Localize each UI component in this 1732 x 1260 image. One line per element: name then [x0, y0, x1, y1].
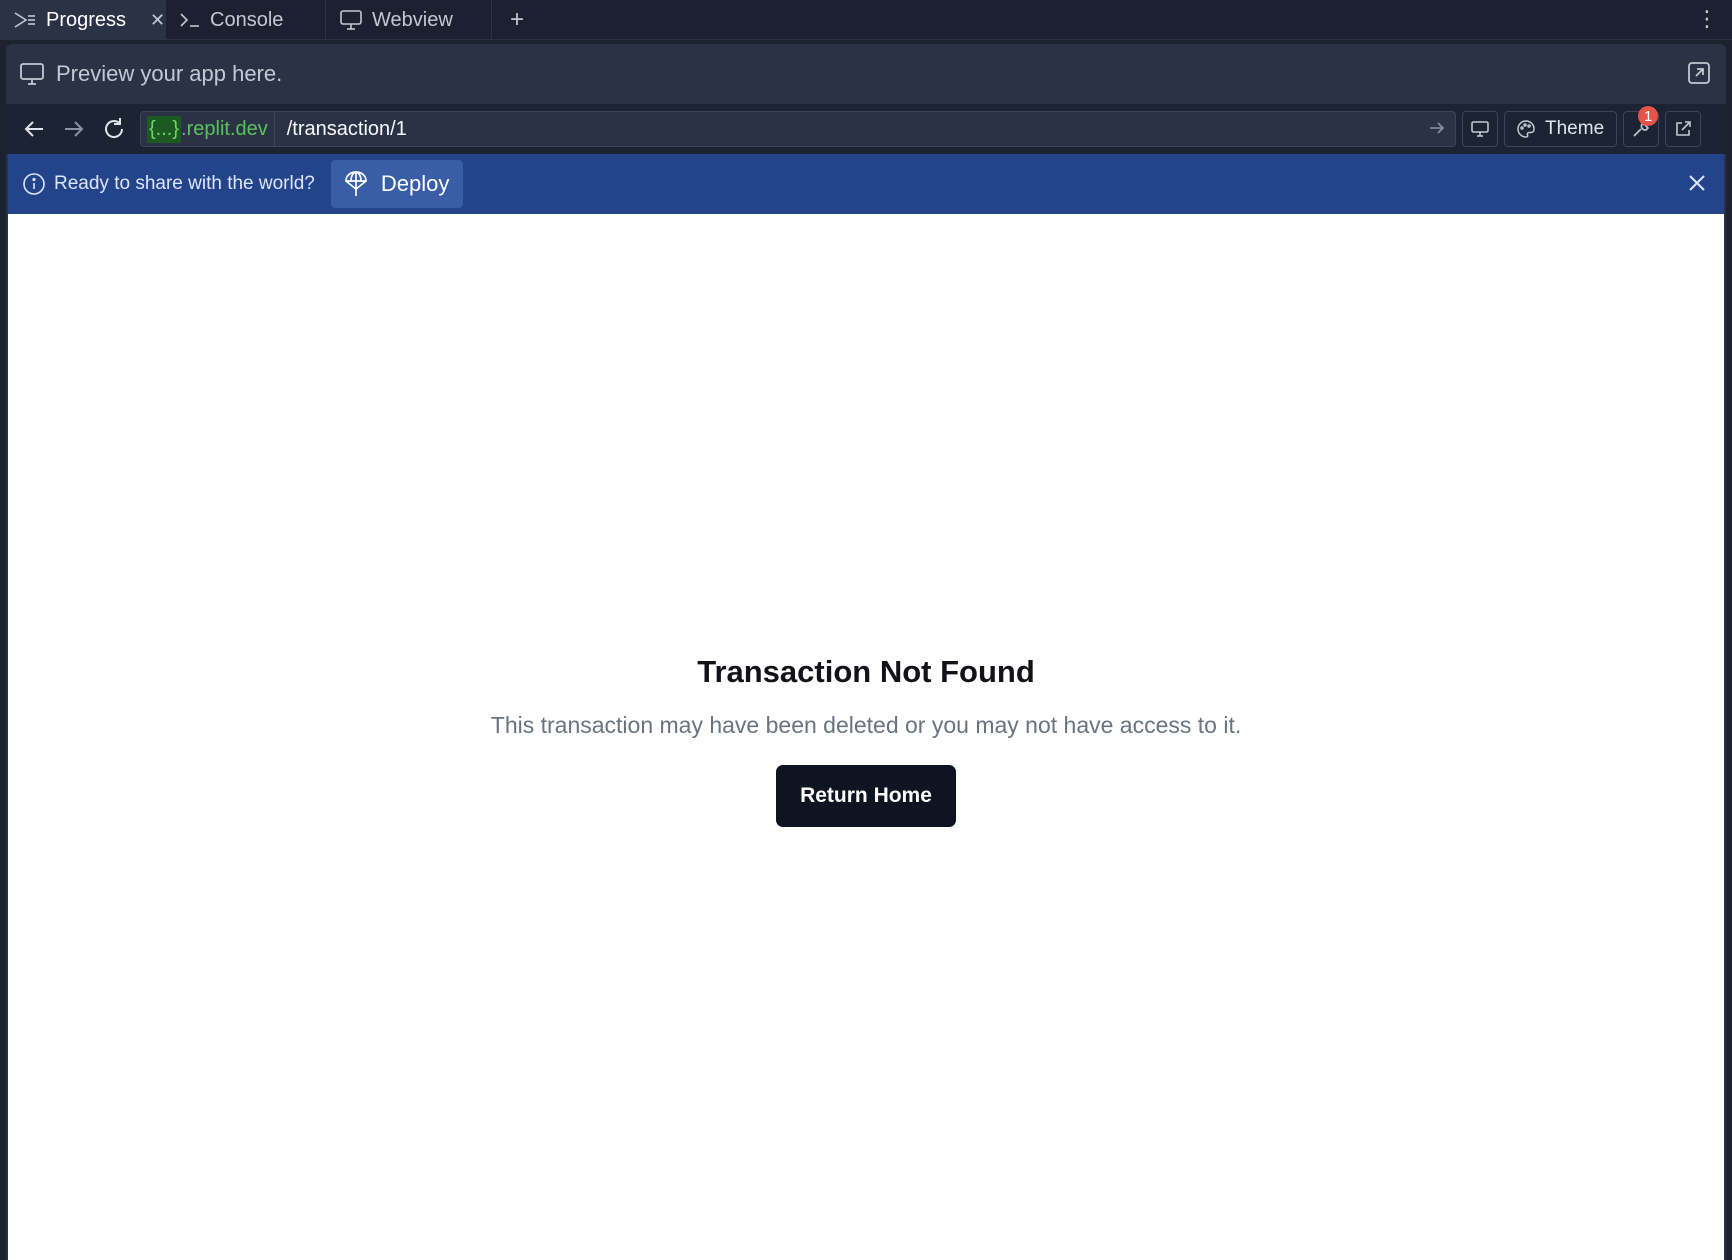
progress-icon: [14, 11, 36, 29]
plus-icon: +: [509, 5, 524, 33]
webview-content: Transaction Not Found This transaction m…: [8, 214, 1724, 1260]
return-home-button[interactable]: Return Home: [776, 765, 956, 827]
close-icon[interactable]: ✕: [150, 10, 165, 31]
reload-button[interactable]: [94, 109, 134, 149]
preview-header: Preview your app here.: [6, 44, 1726, 104]
terminal-icon: [180, 12, 200, 28]
preview-text: Preview your app here.: [56, 61, 283, 86]
domain-suffix: .replit.dev: [181, 117, 268, 140]
open-external-button[interactable]: [1665, 111, 1702, 147]
tab-label: Progress: [46, 8, 127, 31]
back-button[interactable]: [14, 109, 54, 149]
info-icon: [22, 172, 46, 196]
device-button[interactable]: [1462, 111, 1498, 147]
deploy-button[interactable]: Deploy: [330, 160, 464, 208]
arrow-right-icon: [65, 121, 84, 137]
tab-webview[interactable]: Webview: [326, 0, 492, 40]
monitor-icon: [20, 63, 44, 85]
arrow-left-icon: [24, 121, 43, 137]
tab-label: Console: [210, 8, 284, 31]
deploy-banner: Ready to share with the world? Deploy: [8, 154, 1724, 214]
refresh-icon: [105, 118, 124, 138]
expand-icon[interactable]: [1688, 62, 1710, 84]
theme-label: Theme: [1545, 118, 1605, 139]
tab-label: Webview: [372, 8, 453, 31]
domain-mask: {...}: [147, 115, 182, 143]
tab-bar: Progress ✕ Console Webview + ⋮: [0, 0, 1732, 40]
webview-pane: Preview your app here. {...} .replit.dev…: [6, 44, 1726, 1260]
add-tab-button[interactable]: +: [492, 0, 542, 39]
palette-icon: [1517, 120, 1535, 138]
not-found-block: Transaction Not Found This transaction m…: [8, 654, 1724, 827]
url-field[interactable]: {...} .replit.dev /transaction/1: [140, 111, 1456, 147]
url-path[interactable]: /transaction/1: [275, 118, 407, 141]
monitor-icon: [340, 10, 362, 30]
close-icon[interactable]: [1688, 174, 1706, 192]
page-title: Transaction Not Found: [697, 654, 1035, 689]
devtools-button[interactable]: 1: [1623, 106, 1660, 147]
external-link-icon: [1676, 121, 1691, 136]
page-message: This transaction may have been deleted o…: [490, 712, 1242, 738]
tab-progress[interactable]: Progress ✕: [0, 0, 166, 40]
url-domain: {...} .replit.dev: [141, 112, 275, 146]
deploy-icon: [345, 171, 367, 197]
theme-button[interactable]: Theme: [1504, 111, 1618, 147]
tab-console[interactable]: Console: [166, 0, 326, 40]
notification-badge: 1: [1638, 106, 1659, 126]
deploy-label: Deploy: [380, 171, 450, 196]
url-toolbar: {...} .replit.dev /transaction/1 Theme 1: [6, 104, 1726, 154]
deploy-message: Ready to share with the world?: [54, 173, 315, 194]
more-vertical-icon[interactable]: ⋮: [1696, 8, 1718, 30]
go-arrow-icon[interactable]: [1429, 120, 1445, 136]
forward-button[interactable]: [54, 109, 94, 149]
monitor-icon: [1471, 121, 1489, 137]
